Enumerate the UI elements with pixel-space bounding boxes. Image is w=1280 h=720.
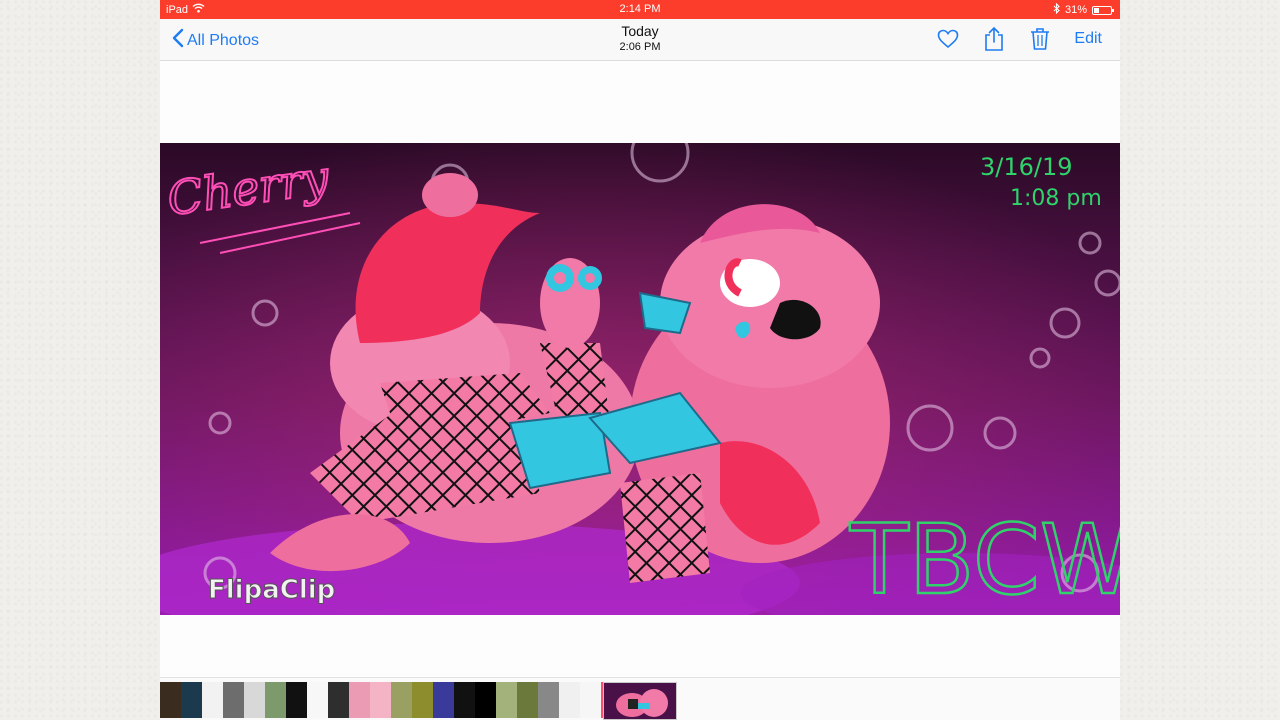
flipaclip-watermark: FlipaClip — [208, 575, 335, 605]
photo-thumbnail[interactable] — [496, 682, 517, 718]
bluetooth-icon — [1053, 2, 1060, 17]
photo-viewer[interactable]: Cherry 3/16/19 1:08 pm TBCW FlipaClip — [160, 61, 1120, 676]
photo-thumbnail[interactable] — [307, 682, 328, 718]
photo-thumbnail[interactable] — [391, 682, 412, 718]
battery-percent: 31% — [1064, 4, 1087, 16]
photo-thumbnail[interactable] — [202, 682, 223, 718]
photo-thumbnail[interactable] — [160, 682, 181, 718]
battery-fill — [1094, 7, 1099, 13]
edit-button[interactable]: Edit — [1074, 30, 1102, 48]
ipad-photos-app: iPad 2:14 PM 31% All Photos Today 2:06 P… — [160, 0, 1120, 720]
photo-thumbnail[interactable] — [517, 682, 538, 718]
status-time: 2:14 PM — [619, 3, 661, 15]
photo-thumbnail[interactable] — [412, 682, 433, 718]
photo-thumbnail[interactable] — [475, 682, 496, 718]
photo-thumbnail[interactable] — [370, 682, 391, 718]
photo-thumbnail[interactable] — [223, 682, 244, 718]
photo-thumbnail[interactable] — [454, 682, 475, 718]
photo-thumbnail[interactable] — [433, 682, 454, 718]
selected-thumbnail[interactable] — [603, 682, 677, 720]
battery-icon — [1092, 5, 1114, 15]
photo-thumbnail[interactable] — [538, 682, 559, 718]
share-icon[interactable] — [982, 26, 1006, 51]
trash-icon[interactable] — [1028, 27, 1052, 51]
photo-thumbnail[interactable] — [181, 682, 202, 718]
photo-thumbnail[interactable] — [265, 682, 286, 718]
photo-thumbnail[interactable] — [244, 682, 265, 718]
photo-thumbnail[interactable] — [328, 682, 349, 718]
status-bar: iPad 2:14 PM 31% — [160, 0, 1120, 19]
thumbnail-list — [160, 682, 622, 718]
drawing-time: 1:08 pm — [1010, 186, 1102, 211]
photo-thumbnail[interactable] — [349, 682, 370, 718]
artwork-image: Cherry 3/16/19 1:08 pm TBCW FlipaClip — [160, 143, 1120, 615]
heart-icon[interactable] — [936, 27, 960, 51]
photo-thumbnail[interactable] — [559, 682, 580, 718]
photo-thumbnail[interactable] — [286, 682, 307, 718]
drawing-date: 3/16/19 — [980, 153, 1073, 181]
artist-tag: TBCW — [849, 504, 1120, 615]
thumbnail-strip — [160, 677, 1120, 720]
photo-thumbnail[interactable] — [580, 682, 601, 718]
navigation-bar: All Photos Today 2:06 PM Edit — [160, 19, 1120, 61]
